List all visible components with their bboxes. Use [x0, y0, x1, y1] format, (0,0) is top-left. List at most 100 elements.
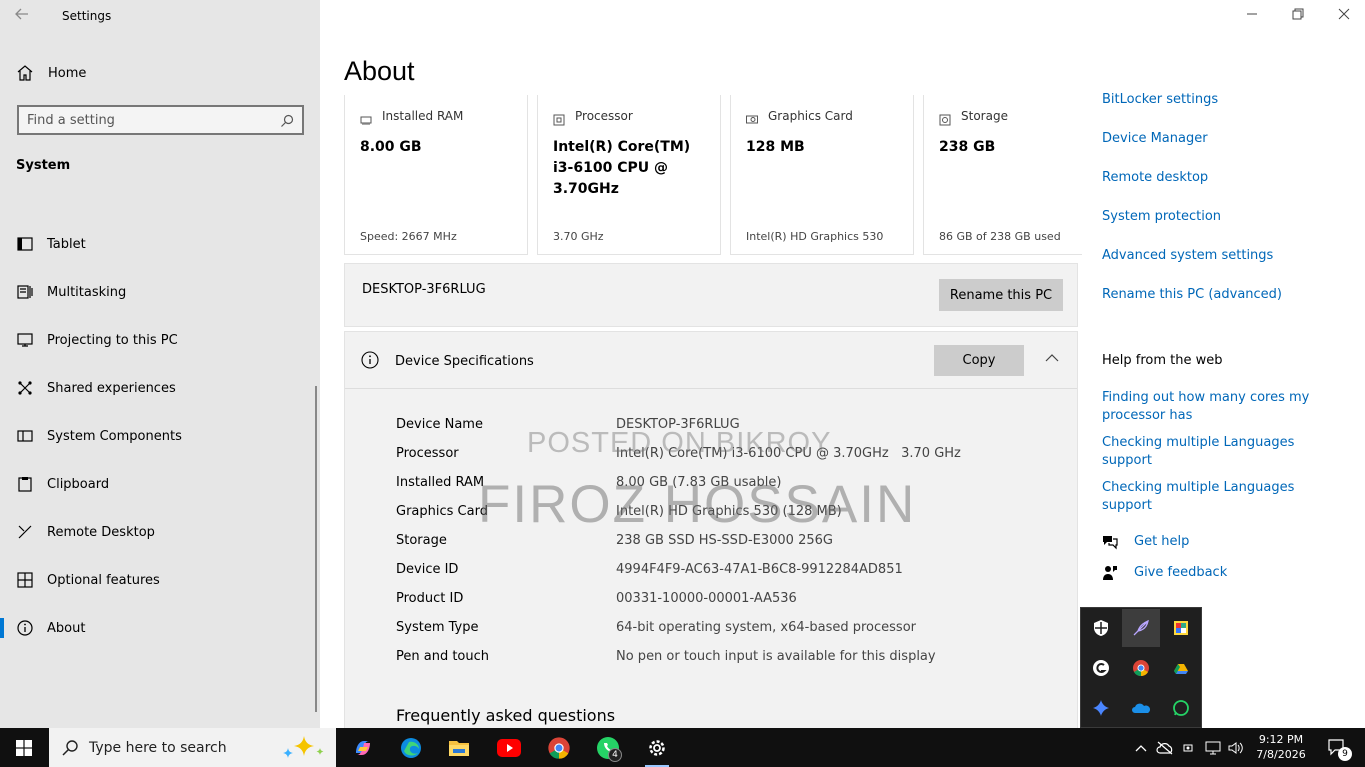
- related-settings: BitLocker settings Device Manager Remote…: [1102, 92, 1282, 326]
- clipboard-icon: [17, 476, 33, 492]
- sidebar-scrollbar[interactable]: [315, 386, 317, 712]
- help-link[interactable]: Finding out how many cores my processor …: [1102, 389, 1342, 425]
- help-title: Help from the web: [1102, 353, 1223, 368]
- card-title: Installed RAM: [382, 109, 464, 123]
- find-setting-search[interactable]: [17, 105, 304, 135]
- sparkle-icon: [282, 734, 326, 765]
- card-graphics-card: Graphics Card 128 MB Intel(R) HD Graphic…: [730, 95, 914, 255]
- card-value: 8.00 GB: [360, 139, 422, 155]
- storage-icon: [939, 111, 951, 126]
- sidebar-item-label: Remote Desktop: [47, 524, 155, 540]
- sidebar-item-remote-desktop[interactable]: Remote Desktop: [0, 508, 320, 556]
- copy-button[interactable]: Copy: [934, 345, 1024, 376]
- sidebar-item-tablet[interactable]: Tablet: [0, 220, 320, 268]
- home-icon: [16, 64, 34, 82]
- back-arrow-icon[interactable]: [14, 6, 34, 26]
- whatsapp-badge: 4: [608, 748, 622, 762]
- rename-pc-button[interactable]: Rename this PC: [939, 279, 1063, 311]
- give-feedback-label: Give feedback: [1134, 565, 1228, 580]
- volume-icon[interactable]: [1226, 728, 1246, 767]
- taskbar: Type here to search 4 9:12 PM 7/8/2026 9: [0, 728, 1365, 767]
- spec-value: 64-bit operating system, x64-based proce…: [616, 620, 916, 635]
- whatsapp-icon[interactable]: [1162, 689, 1200, 727]
- whatsapp-icon[interactable]: 4: [584, 728, 632, 767]
- search-icon: [61, 739, 79, 757]
- grammarly-icon[interactable]: [1082, 649, 1120, 687]
- system-components-icon: [17, 428, 33, 444]
- feather-icon[interactable]: [1122, 609, 1160, 647]
- link-system-protection[interactable]: System protection: [1102, 209, 1282, 248]
- sidebar-item-about[interactable]: About: [0, 604, 320, 652]
- edge-icon[interactable]: [387, 728, 435, 767]
- defender-icon[interactable]: [1082, 609, 1120, 647]
- sidebar-item-projecting[interactable]: Projecting to this PC: [0, 316, 320, 364]
- get-help-label: Get help: [1134, 534, 1190, 549]
- taskbar-search[interactable]: Type here to search: [49, 728, 336, 767]
- spec-row: System Type 64-bit operating system, x64-…: [396, 613, 961, 642]
- spec-row: Device ID 4994F4F9-AC63-47A1-B6C8-9912284…: [396, 555, 961, 584]
- spec-row: Product ID 00331-10000-00001-AA536: [396, 584, 961, 613]
- copilot-icon[interactable]: [339, 728, 387, 767]
- link-remote-desktop[interactable]: Remote desktop: [1102, 170, 1282, 209]
- device-specifications-title: Device Specifications: [395, 354, 534, 369]
- meet-now-icon[interactable]: [1180, 728, 1198, 767]
- link-device-manager[interactable]: Device Manager: [1102, 131, 1282, 170]
- link-rename-pc-advanced[interactable]: Rename this PC (advanced): [1102, 287, 1282, 326]
- chrome-icon[interactable]: [1122, 649, 1160, 687]
- tray-overflow-flyout: [1080, 607, 1202, 728]
- spec-value: 00331-10000-00001-AA536: [616, 591, 797, 606]
- sidebar-item-system-components[interactable]: System Components: [0, 412, 320, 460]
- notification-center-icon[interactable]: 9: [1318, 728, 1358, 767]
- card-value: Intel(R) Core(TM) i3-6100 CPU @ 3.70GHz: [553, 139, 691, 197]
- help-link[interactable]: Checking multiple Languages support: [1102, 434, 1342, 470]
- close-icon[interactable]: [1336, 8, 1352, 24]
- link-bitlocker-settings[interactable]: BitLocker settings: [1102, 92, 1282, 131]
- spec-key: System Type: [396, 620, 479, 635]
- paint-icon[interactable]: [1162, 609, 1200, 647]
- windows-start-icon[interactable]: [0, 728, 48, 767]
- clock-time: 9:12 PM: [1258, 733, 1304, 746]
- chevron-up-icon[interactable]: [1132, 728, 1150, 767]
- drive-icon[interactable]: [1162, 649, 1200, 687]
- main-content: Installed RAM 8.00 GB Speed: 2667 MHz Pr…: [320, 95, 1082, 728]
- home-nav-item[interactable]: Home: [16, 63, 86, 83]
- help-link[interactable]: Checking multiple Languages support: [1102, 479, 1342, 515]
- youtube-icon[interactable]: [485, 728, 533, 767]
- link-advanced-system-settings[interactable]: Advanced system settings: [1102, 248, 1282, 287]
- sidebar-item-shared-experiences[interactable]: Shared experiences: [0, 364, 320, 412]
- card-value: 238 GB: [939, 139, 996, 155]
- sidebar-item-clipboard[interactable]: Clipboard: [0, 460, 320, 508]
- onedrive-icon[interactable]: [1122, 689, 1160, 727]
- network-icon[interactable]: [1202, 728, 1224, 767]
- give-feedback-link[interactable]: Give feedback: [1102, 557, 1227, 588]
- settings-icon[interactable]: [633, 728, 681, 767]
- get-help-link[interactable]: Get help: [1102, 526, 1227, 557]
- graphics-card-icon: [746, 111, 758, 124]
- card-subtitle: Intel(R) HD Graphics 530: [746, 230, 884, 243]
- device-specifications-header[interactable]: Device Specifications Copy: [345, 332, 1077, 389]
- chat-help-icon: [1102, 534, 1118, 550]
- page-title: About: [344, 56, 415, 86]
- search-input[interactable]: [27, 112, 280, 128]
- spec-key: Storage: [396, 533, 447, 548]
- sidebar-item-label: System Components: [47, 428, 182, 444]
- sidebar: Settings Home System Tablet Multitasking: [0, 0, 320, 728]
- card-subtitle: 86 GB of 238 GB used: [939, 230, 1061, 243]
- search-icon[interactable]: [280, 113, 294, 127]
- card-subtitle: 3.70 GHz: [553, 230, 604, 243]
- minimize-icon[interactable]: [1244, 8, 1260, 24]
- taskbar-clock[interactable]: 9:12 PM 7/8/2026: [1252, 732, 1310, 762]
- chrome-icon[interactable]: [535, 728, 583, 767]
- file-explorer-icon[interactable]: [435, 728, 483, 767]
- restore-icon[interactable]: [1290, 8, 1306, 24]
- watermark-line-2: FIROZ HOSSAIN: [478, 475, 917, 534]
- gemini-icon[interactable]: [1082, 689, 1120, 727]
- sidebar-item-multitasking[interactable]: Multitasking: [0, 268, 320, 316]
- chevron-up-icon[interactable]: [1045, 350, 1059, 364]
- section-title: System: [16, 158, 71, 173]
- cloud-off-icon[interactable]: [1154, 728, 1176, 767]
- info-icon: [361, 351, 379, 369]
- faq-title: Frequently asked questions: [396, 706, 616, 725]
- sidebar-item-label: Projecting to this PC: [47, 332, 178, 348]
- sidebar-item-optional-features[interactable]: Optional features: [0, 556, 320, 604]
